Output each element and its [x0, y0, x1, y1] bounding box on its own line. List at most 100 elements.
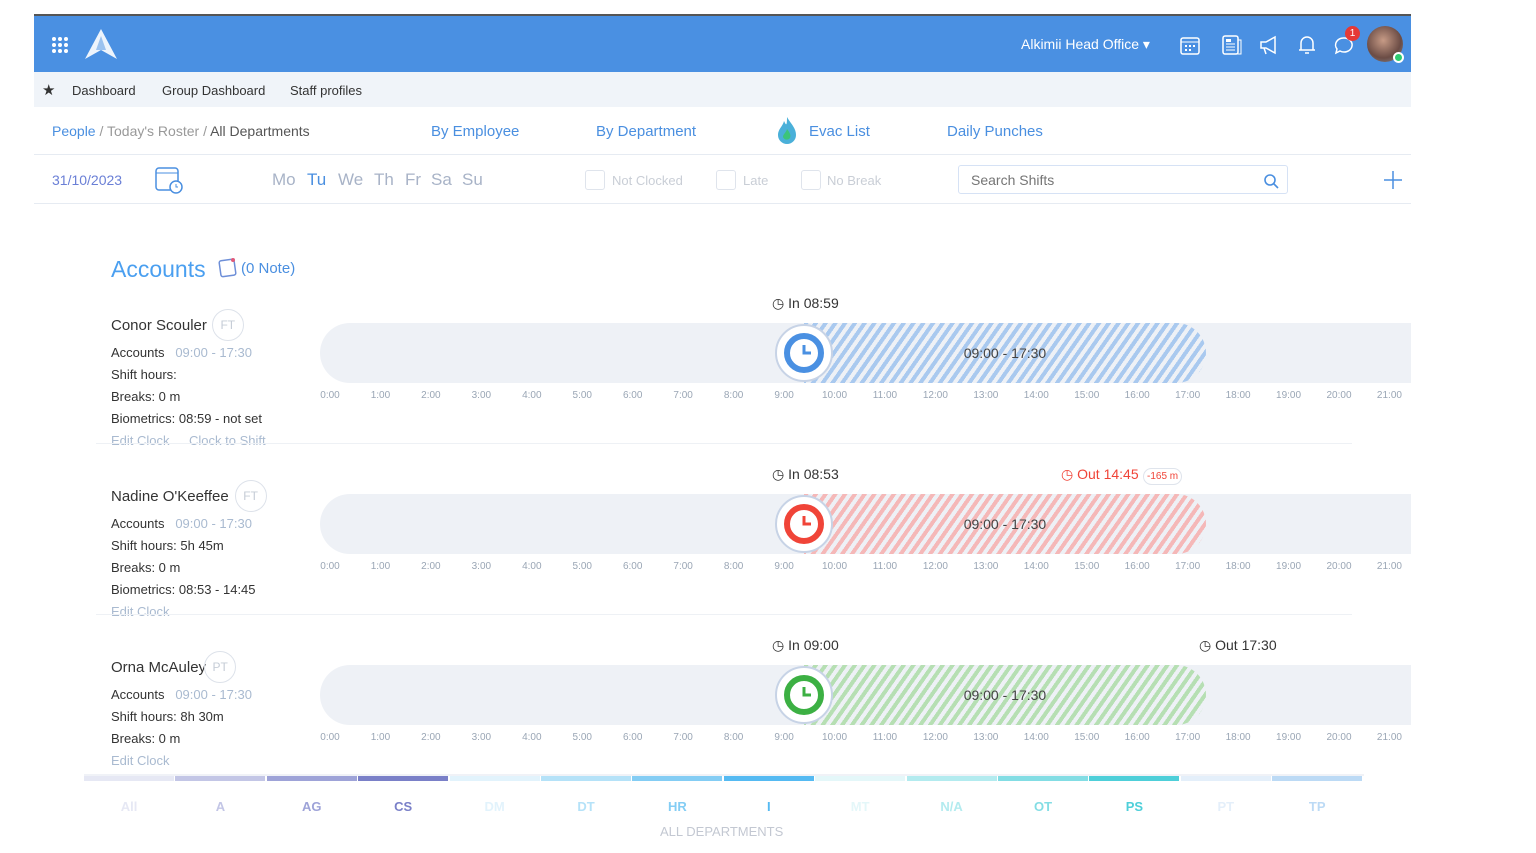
grid-icon[interactable]: [51, 36, 69, 54]
calendar-icon[interactable]: [1180, 35, 1200, 55]
dept-filter-1[interactable]: A: [216, 799, 225, 814]
dept-color-bar[interactable]: [449, 776, 540, 781]
nav-staff-profiles[interactable]: Staff profiles: [290, 83, 362, 98]
employee-name[interactable]: Nadine O'Keeffee: [111, 488, 229, 505]
search-shifts-input[interactable]: [958, 165, 1288, 194]
hour-tick-label: 21:00: [1376, 732, 1402, 743]
nav-dashboard[interactable]: Dashboard: [72, 83, 136, 98]
dept-color-bar[interactable]: [1272, 776, 1363, 781]
bell-icon[interactable]: [1297, 34, 1317, 56]
dept-color-bar[interactable]: [358, 776, 449, 781]
employee-name[interactable]: Conor Scouler: [111, 317, 207, 334]
breadcrumb-people[interactable]: People: [52, 123, 96, 139]
dept-color-bar[interactable]: [84, 776, 174, 781]
clock-status-icon[interactable]: [775, 324, 834, 382]
tab-evac-list[interactable]: Evac List: [809, 123, 870, 140]
dept-color-bar[interactable]: [815, 776, 906, 781]
shift-time: 09:00 - 17:30: [175, 516, 252, 531]
dept-filter-13[interactable]: TP: [1309, 799, 1326, 814]
dept-color-bar[interactable]: [632, 776, 723, 781]
hour-tick-label: 19:00: [1276, 732, 1302, 743]
edit-clock-link[interactable]: Edit Clock: [111, 753, 170, 768]
clock-status-icon[interactable]: [775, 495, 834, 553]
dept-filter-8[interactable]: MT: [851, 799, 870, 814]
not-clocked-checkbox[interactable]: [585, 170, 605, 190]
day-fr[interactable]: Fr: [405, 170, 421, 190]
hour-tick-label: 17:00: [1175, 390, 1201, 401]
dept-color-bar[interactable]: [541, 776, 631, 781]
no-break-checkbox[interactable]: [801, 170, 821, 190]
late-label: Late: [743, 173, 769, 188]
clock-to-shift-link[interactable]: Clock to Shift: [189, 433, 266, 448]
day-tu[interactable]: Tu: [307, 170, 326, 190]
breadcrumb-current: All Departments: [210, 123, 310, 139]
dept-filter-12[interactable]: PT: [1217, 799, 1234, 814]
hour-tick-label: 20:00: [1326, 732, 1352, 743]
hour-tick-label: 18:00: [1225, 390, 1251, 401]
hour-tick-label: 21:00: [1376, 561, 1402, 572]
tab-by-employee[interactable]: By Employee: [431, 123, 519, 140]
note-icon[interactable]: [216, 257, 238, 279]
hour-tick-label: 1:00: [370, 732, 391, 743]
dept-color-bar[interactable]: [723, 776, 814, 781]
shift-hours: Shift hours: 5h 45m: [111, 538, 224, 553]
dept-color-bar[interactable]: [1180, 776, 1271, 781]
day-th[interactable]: Th: [374, 170, 394, 190]
hour-tick-label: 18:00: [1225, 561, 1251, 572]
office-selector[interactable]: Alkimii Head Office ▾: [1021, 36, 1150, 53]
dept-filter-10[interactable]: OT: [1034, 799, 1052, 814]
day-su[interactable]: Su: [462, 170, 483, 190]
dept-filter-4[interactable]: DM: [484, 799, 504, 814]
clock-status-icon[interactable]: [775, 666, 834, 724]
date-display[interactable]: 31/10/2023: [52, 172, 122, 188]
dept-filter-9[interactable]: N/A: [940, 799, 962, 814]
dept-filter-3[interactable]: CS: [394, 799, 412, 814]
edit-clock-link[interactable]: Edit Clock: [111, 433, 170, 448]
tab-daily-punches[interactable]: Daily Punches: [947, 123, 1043, 140]
dept-filter-6[interactable]: HR: [668, 799, 687, 814]
dept-color-bar[interactable]: [175, 776, 266, 781]
dept-name: Accounts: [111, 516, 165, 531]
shift-bar[interactable]: 09:00 - 17:30: [804, 494, 1206, 554]
note-count[interactable]: (0 Note): [241, 260, 295, 277]
dept-filter-11[interactable]: PS: [1126, 799, 1143, 814]
add-icon[interactable]: [1383, 170, 1403, 190]
clock-in-time: ◷ In 08:53: [772, 466, 839, 482]
dept-color-bar[interactable]: [1089, 776, 1180, 781]
dept-filter-0[interactable]: All: [121, 799, 138, 814]
hour-tick-label: 2:00: [421, 390, 441, 401]
employee-name[interactable]: Orna McAuley: [111, 659, 206, 676]
calendar-clock-icon[interactable]: [154, 164, 184, 194]
dept-filter-2[interactable]: AG: [302, 799, 322, 814]
day-mo[interactable]: Mo: [272, 170, 296, 190]
contract-type-badge: PT: [204, 651, 237, 683]
day-sa[interactable]: Sa: [431, 170, 452, 190]
logo[interactable]: [84, 28, 118, 60]
breadcrumb-roster[interactable]: Today's Roster: [107, 123, 199, 139]
newspaper-icon[interactable]: [1222, 35, 1242, 55]
hour-tick-label: 6:00: [622, 390, 643, 401]
filter-bar: 31/10/2023 Mo Tu We Th Fr Sa Su Not Cloc…: [34, 155, 1411, 204]
star-icon[interactable]: ★: [42, 81, 55, 99]
dept-filter-5[interactable]: DT: [577, 799, 594, 814]
day-we[interactable]: We: [338, 170, 363, 190]
breadcrumb-sep: /: [99, 123, 104, 139]
online-status-dot: [1393, 52, 1404, 63]
hour-tick-label: 9:00: [774, 561, 794, 572]
nav-group-dashboard[interactable]: Group Dashboard: [162, 83, 265, 98]
clock-in-time: ◷ In 09:00: [772, 637, 839, 653]
hour-tick-label: 7:00: [673, 732, 693, 743]
edit-clock-link[interactable]: Edit Clock: [111, 604, 170, 619]
dept-color-bar[interactable]: [266, 776, 357, 781]
dept-color-bar[interactable]: [906, 776, 997, 781]
tab-by-department[interactable]: By Department: [596, 123, 696, 140]
late-checkbox[interactable]: [716, 170, 736, 190]
search-icon[interactable]: [1263, 173, 1279, 189]
shift-bar[interactable]: 09:00 - 17:30: [804, 323, 1206, 383]
megaphone-icon[interactable]: [1259, 35, 1281, 55]
dept-color-bar[interactable]: [998, 776, 1088, 781]
hour-tick-label: 7:00: [673, 390, 693, 401]
dept-filter-7[interactable]: I: [767, 799, 771, 814]
hour-tick-label: 16:00: [1124, 732, 1150, 743]
shift-bar[interactable]: 09:00 - 17:30: [804, 665, 1206, 725]
